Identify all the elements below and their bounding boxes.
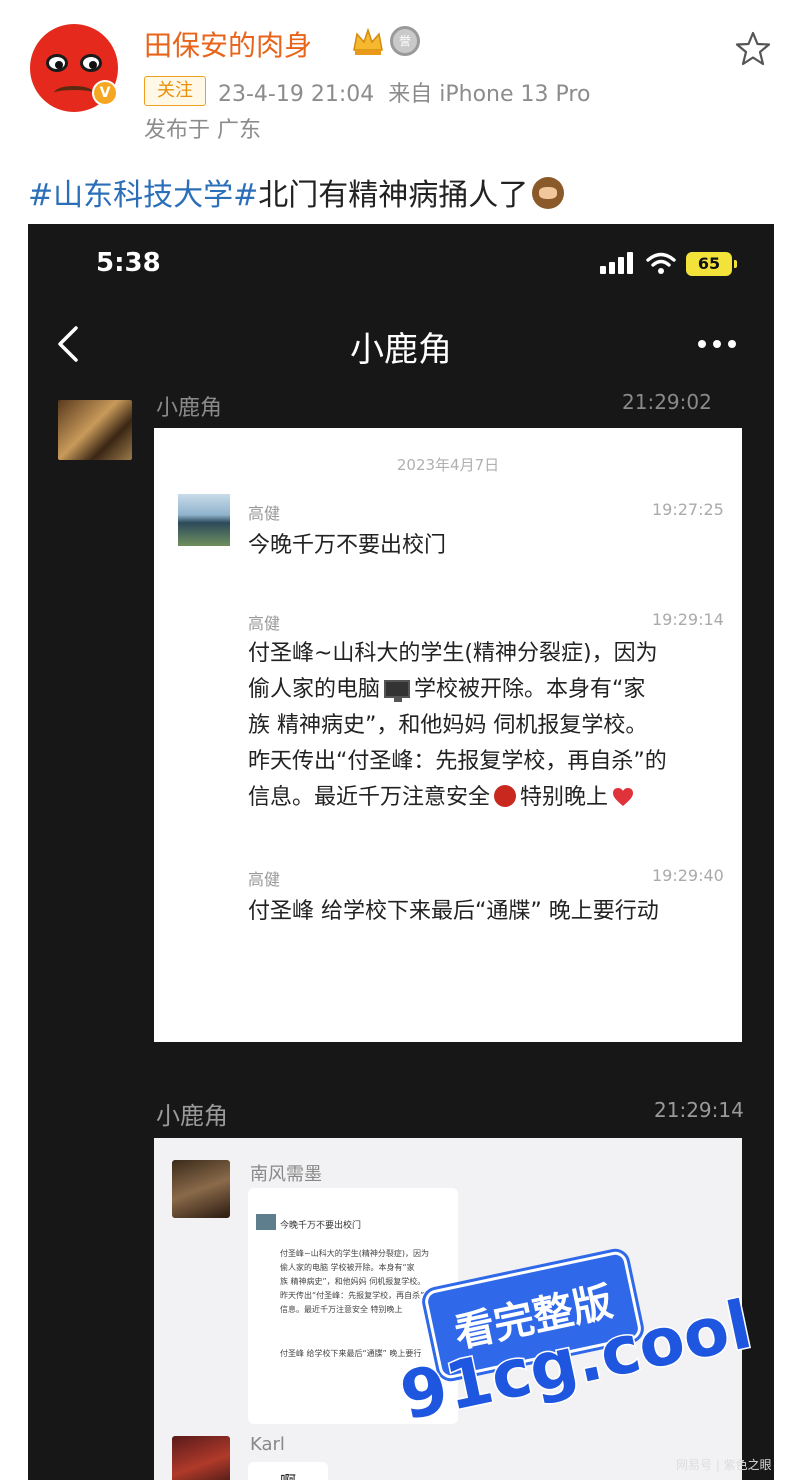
post-body: 北门有精神病捅人了 — [258, 178, 529, 213]
inner-message-line: 信息。最近千万注意安全 特别晚上 — [248, 780, 667, 816]
apple-icon — [494, 785, 517, 807]
avatar-mouth — [54, 86, 94, 100]
mini-line: 偷人家的电脑 学校被开除。本身有“家 — [280, 1263, 415, 1272]
avatar-eye-left — [46, 54, 68, 72]
inner-message-line: 今晚千万不要出校门 — [248, 533, 447, 558]
inner-message: 今晚千万不要出校门 — [248, 528, 446, 564]
source-watermark: 网易号 | 紫色之眼 — [676, 1458, 772, 1472]
inner-message-line: 付圣峰 给学校下来最后“通牒” 晚上要行动 — [248, 899, 659, 924]
hashtag-link[interactable]: #山东科技大学# — [28, 178, 258, 213]
inner-message-line: 付圣峰~山科大的学生(精神分裂症)，因为 — [248, 641, 658, 666]
wifi-icon — [646, 252, 676, 274]
inner-message-line: 族 精神病史”，和他妈妈 伺机报复学校。 — [248, 713, 648, 738]
post-text: #山东科技大学#北门有精神病捅人了 — [28, 170, 565, 214]
mini-line: 昨天传出“付圣峰：先报复学校，再自杀”的 — [280, 1291, 433, 1300]
crown-icon — [353, 28, 383, 55]
avatar-eye-right — [80, 54, 102, 72]
mini-title: 今晚千万不要出校门 — [280, 1221, 362, 1231]
post-device: 来自 iPhone 13 Pro — [388, 82, 591, 107]
date-separator: 2023年4月7日 — [396, 456, 500, 474]
favorite-star-icon[interactable] — [734, 30, 772, 68]
inner-message-line: 偷人家的电脑 学校被开除。本身有“家 — [248, 677, 646, 702]
message-sender: 小鹿角 — [156, 396, 223, 421]
status-time: 5:38 — [96, 248, 161, 278]
inner-message-line: 昨天传出“付圣峰：先报复学校，再自杀”的 — [248, 749, 667, 774]
chat-screenshot: 5:38 65 小鹿角 小鹿角 21:29:02 2023年4月7日 高健 19… — [28, 224, 774, 1480]
post-timestamp: 23-4-19 21:04 — [218, 82, 375, 107]
inner-message: 付圣峰~山科大的学生(精神分裂症)，因为 偷人家的电脑 学校被开除。本身有“家 族… — [248, 636, 667, 816]
computer-icon — [384, 680, 411, 702]
inner-time: 19:27:25 — [652, 500, 724, 519]
sender-avatar[interactable] — [58, 400, 132, 460]
inner-time: 19:29:14 — [652, 610, 724, 629]
post-location: 发布于 广东 — [144, 118, 261, 143]
message-time: 21:29:14 — [654, 1098, 744, 1122]
chat-title: 小鹿角 — [350, 330, 452, 370]
mini-line: 付圣峰~山科大的学生(精神分裂症)，因为 — [280, 1249, 429, 1258]
post-header: V 田保安的肉身 誉 关注 23-4-19 21:04 来自 iPhone 13 … — [0, 0, 800, 220]
inner-message: 付圣峰 给学校下来最后“通牒” 晚上要行动 — [248, 894, 659, 930]
more-options-icon[interactable] — [698, 340, 738, 350]
inner-sender-avatar — [172, 1436, 230, 1480]
inner-sender: 高健 — [248, 870, 281, 889]
inner-sender: Karl — [250, 1434, 285, 1455]
inner-reply: 啊 — [248, 1462, 328, 1480]
medal-icon: 誉 — [390, 26, 420, 56]
message-sender: 小鹿角 — [156, 1102, 228, 1130]
battery-icon: 65 — [686, 252, 737, 276]
message-time: 21:29:02 — [622, 390, 712, 414]
status-icons: 65 — [600, 252, 740, 276]
mini-line: 族 精神病史”，和他妈妈 伺机报复学校。 — [280, 1277, 426, 1286]
follow-button[interactable]: 关注 — [144, 76, 206, 106]
username[interactable]: 田保安的肉身 — [144, 24, 312, 64]
inner-sender: 高健 — [248, 614, 281, 633]
post-meta: 23-4-19 21:04 来自 iPhone 13 Pro — [218, 76, 604, 108]
inner-sender: 高健 — [248, 504, 281, 523]
mini-avatar — [256, 1214, 276, 1230]
see-no-evil-monkey-icon — [532, 177, 565, 209]
heart-icon — [613, 788, 634, 806]
inner-time: 19:29:40 — [652, 866, 724, 885]
inner-sender-avatar — [178, 494, 230, 546]
signal-icon — [600, 252, 636, 274]
inner-sender: 南风需墨 — [250, 1164, 322, 1185]
forwarded-chat-image[interactable]: 2023年4月7日 高健 19:27:25 今晚千万不要出校门 高健 19:29… — [154, 428, 742, 1042]
mini-line: 信息。最近千万注意安全 特别晚上 — [280, 1305, 403, 1314]
verified-badge-icon: V — [92, 80, 118, 106]
inner-sender-avatar — [172, 1160, 230, 1218]
